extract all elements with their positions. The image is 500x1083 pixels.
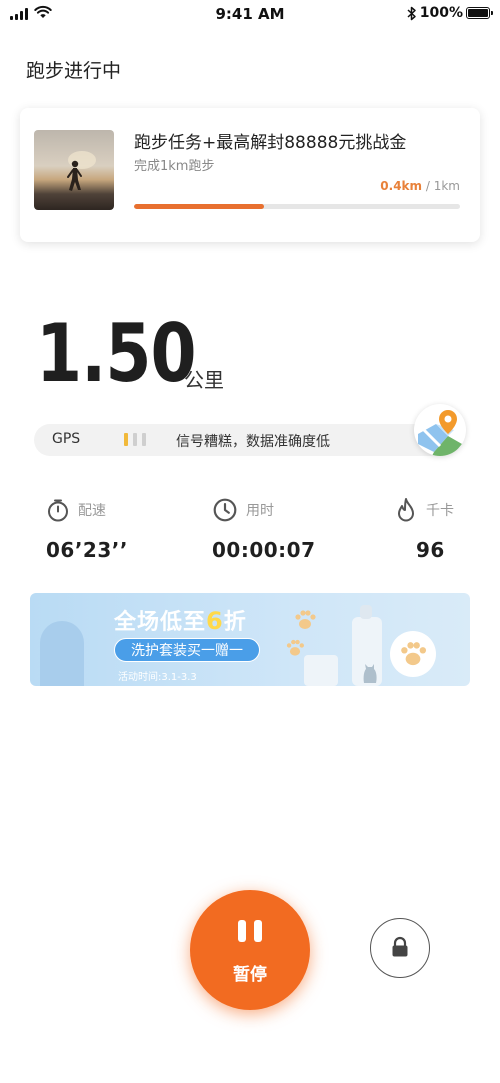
banner-decoration: [40, 621, 84, 686]
gps-signal-icon: [124, 433, 146, 446]
task-title: 跑步任务+最高解封88888元挑战金: [134, 133, 407, 153]
banner-pill: 洗护套装买一赠一: [114, 638, 260, 662]
product-bottle-cap: [360, 605, 372, 619]
gps-signal-bar: [133, 433, 137, 446]
task-progress-fill: [134, 204, 265, 209]
page-title: 跑步进行中: [26, 60, 122, 82]
flame-icon: [398, 498, 414, 522]
task-card[interactable]: 跑步任务+最高解封88888元挑战金 完成1km跑步 0.4km / 1km: [20, 108, 480, 242]
status-bar: 9:41 AM 100%: [0, 0, 500, 30]
stat-pace: 配速 06’23’’: [46, 496, 186, 562]
battery-percent: 100%: [419, 5, 463, 21]
lock-button[interactable]: [370, 918, 430, 978]
lock-icon: [392, 936, 408, 957]
banner-title: 全场低至6折: [114, 604, 247, 636]
gps-signal-bar: [124, 433, 128, 446]
stat-calories-value: 96: [416, 538, 445, 562]
task-subtitle: 完成1km跑步: [134, 159, 215, 174]
map-button[interactable]: [414, 404, 466, 456]
task-progress-text: 0.4km / 1km: [380, 179, 460, 193]
task-progress-sep: /: [422, 179, 434, 193]
gps-label: GPS: [52, 431, 81, 447]
product-bottle: [304, 655, 338, 686]
pause-button[interactable]: 暂停: [190, 890, 310, 1010]
task-progress-done: 0.4km: [380, 179, 423, 193]
promo-banner[interactable]: 全场低至6折 洗护套装买一赠一 活动时间:3.1-3.3: [30, 593, 470, 686]
distance-value: 1.50: [36, 307, 197, 400]
bluetooth-icon: [407, 6, 416, 20]
gps-status-bar: GPS 信号糟糕，数据准确度低: [34, 424, 446, 456]
paw-icon: [401, 642, 427, 666]
map-pin-icon: [418, 410, 462, 456]
distance-unit: 公里: [184, 368, 224, 392]
task-progress-total: 1km: [433, 179, 460, 193]
banner-title-suffix: 折: [223, 610, 247, 635]
stat-pace-value: 06’23’’: [46, 538, 128, 562]
stat-duration: 用时 00:00:07: [212, 496, 352, 562]
banner-title-prefix: 全场低至: [114, 610, 207, 635]
stopwatch-icon: [48, 499, 68, 522]
stat-duration-value: 00:00:07: [212, 538, 316, 562]
clock-icon: [213, 498, 237, 522]
paw-circle: [390, 631, 436, 677]
gps-signal-bar: [142, 433, 146, 446]
runner-thumbnail: [34, 130, 114, 210]
stat-pace-label: 配速: [78, 503, 106, 519]
stat-duration-label: 用时: [246, 503, 274, 519]
stat-calories: 千卡 96: [394, 496, 500, 562]
paw-icon: [286, 639, 304, 656]
pause-icon: [238, 920, 262, 942]
cat-silhouette-icon: [363, 664, 377, 683]
battery-icon: [466, 7, 493, 19]
pause-button-label: 暂停: [233, 965, 267, 985]
gps-message: 信号糟糕，数据准确度低: [176, 434, 330, 450]
paw-icon: [295, 610, 316, 629]
stat-calories-label: 千卡: [426, 503, 454, 519]
banner-date: 活动时间:3.1-3.3: [118, 672, 197, 683]
status-right: 100%: [407, 5, 493, 21]
task-progress-bar: [134, 204, 460, 209]
banner-title-highlight: 6: [206, 607, 224, 635]
